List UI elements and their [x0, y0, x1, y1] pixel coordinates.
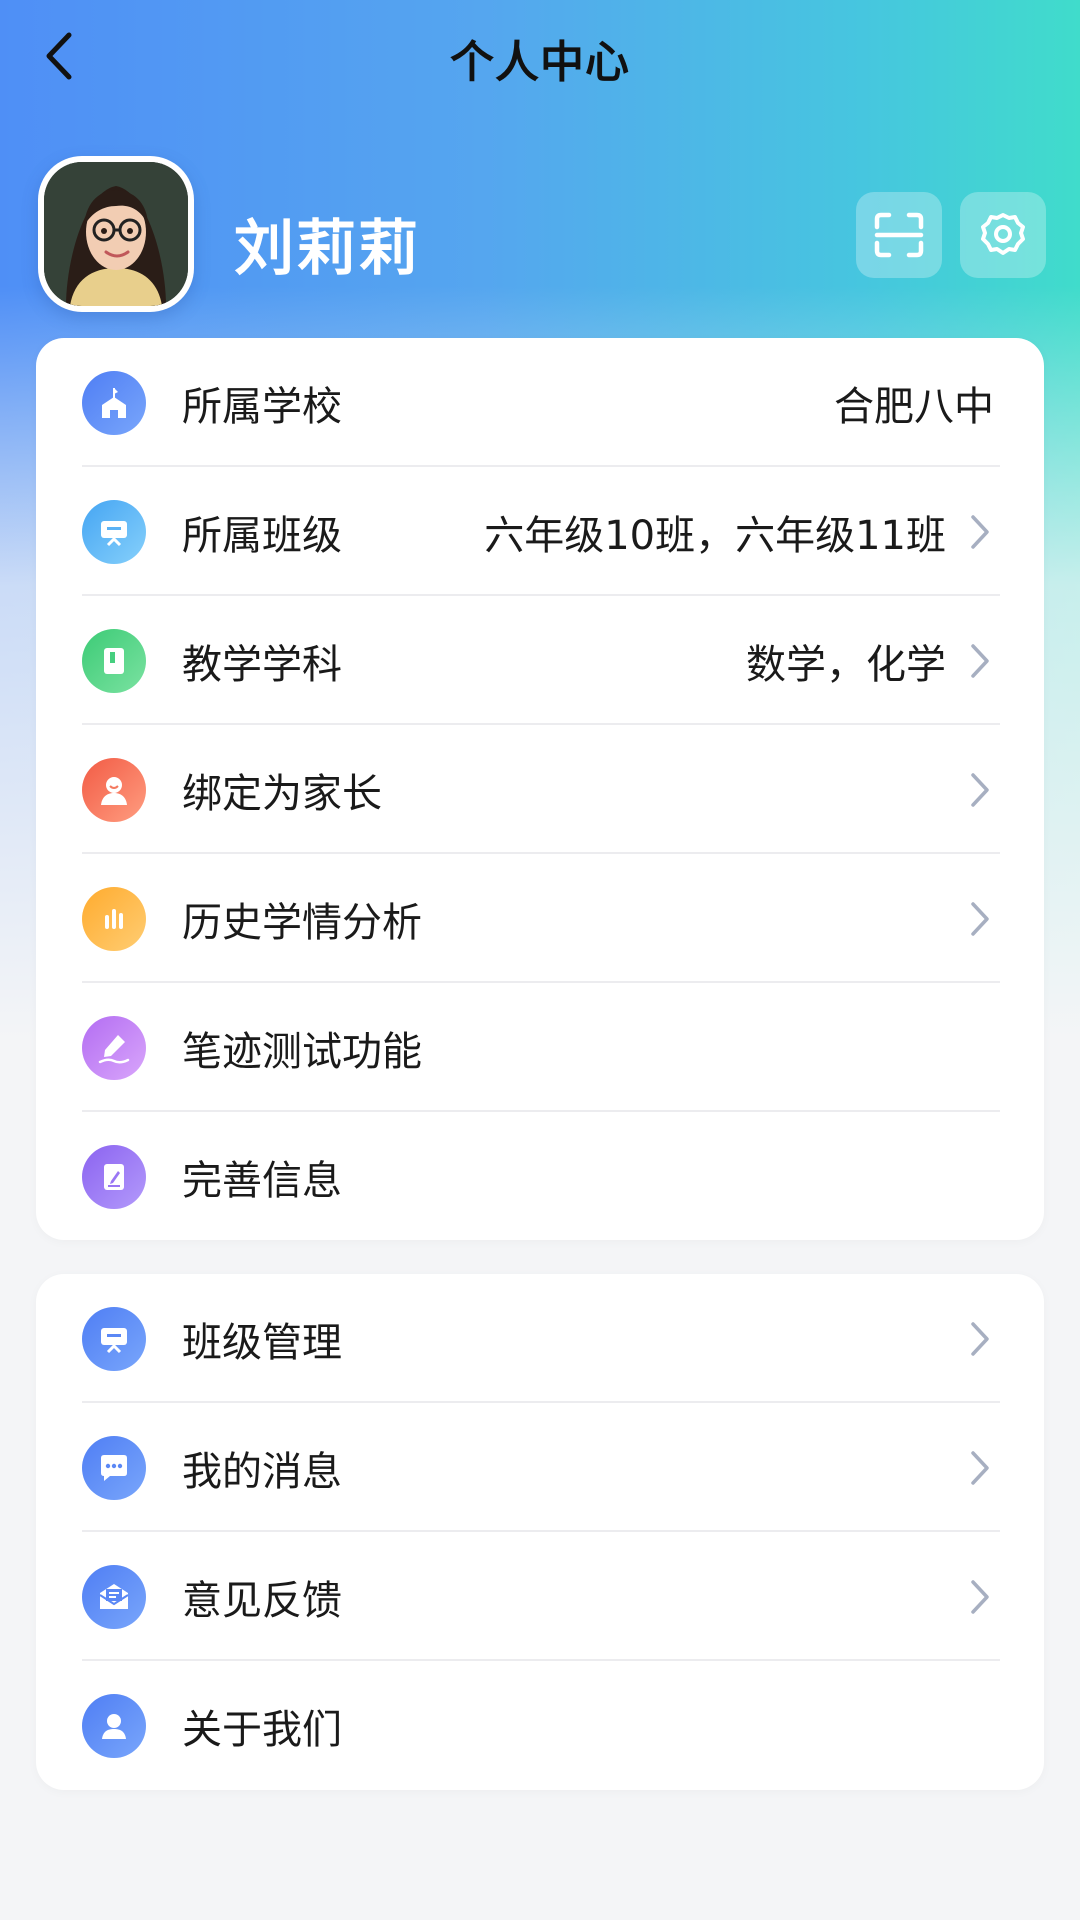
settings-card: 班级管理 我的消息 意见反馈 关于我们: [36, 1274, 1044, 1790]
avatar-image: [44, 162, 188, 306]
subject-label: 教学学科: [182, 641, 342, 688]
handwriting-test-row[interactable]: 笔迹测试功能: [82, 983, 1000, 1112]
edit-document-icon: [82, 1144, 146, 1209]
classroom-icon: [82, 1306, 146, 1371]
school-row: 所属学校 合肥八中: [82, 338, 1000, 467]
history-analysis-label: 历史学情分析: [182, 899, 422, 946]
chevron-right-icon: [960, 1577, 1000, 1617]
class-management-row[interactable]: 班级管理: [82, 1274, 1000, 1403]
profile-info-card: 所属学校 合肥八中 所属班级 六年级10班，六年级11班 教学学科 数学，化学 …: [36, 338, 1044, 1240]
scan-button[interactable]: [856, 192, 942, 278]
bar-chart-icon: [82, 886, 146, 951]
school-label: 所属学校: [182, 383, 342, 430]
school-icon: [82, 370, 146, 435]
subject-row[interactable]: 教学学科 数学，化学: [82, 596, 1000, 725]
chevron-right-icon: [960, 1448, 1000, 1488]
complete-info-row[interactable]: 完善信息: [82, 1112, 1000, 1241]
handwriting-test-label: 笔迹测试功能: [182, 1028, 422, 1075]
history-analysis-row[interactable]: 历史学情分析: [82, 854, 1000, 983]
personal-center-page: 个人中心 刘莉莉 所属学校 合肥八中 所属班级 六年级10班，六年级11班 教学…: [0, 0, 1080, 1920]
chevron-right-icon: [960, 899, 1000, 939]
about-us-row[interactable]: 关于我们: [82, 1661, 1000, 1790]
chevron-right-icon: [960, 641, 1000, 681]
feedback-mail-icon: [82, 1564, 146, 1629]
chevron-right-icon: [960, 512, 1000, 552]
my-messages-label: 我的消息: [182, 1448, 342, 1495]
feedback-row[interactable]: 意见反馈: [82, 1532, 1000, 1661]
scan-icon: [874, 212, 924, 258]
feedback-label: 意见反馈: [182, 1577, 342, 1624]
chevron-right-icon: [960, 1319, 1000, 1359]
book-icon: [82, 628, 146, 693]
class-row[interactable]: 所属班级 六年级10班，六年级11班: [82, 467, 1000, 596]
page-title: 个人中心: [450, 37, 630, 88]
chevron-right-icon: [960, 770, 1000, 810]
my-messages-row[interactable]: 我的消息: [82, 1403, 1000, 1532]
user-name: 刘莉莉: [234, 214, 420, 284]
bind-parent-label: 绑定为家长: [182, 770, 382, 817]
classroom-icon: [82, 499, 146, 564]
complete-info-label: 完善信息: [182, 1157, 342, 1204]
gear-icon: [981, 213, 1025, 255]
school-value: 合肥八中: [834, 383, 994, 430]
user-icon: [82, 1693, 146, 1758]
top-bar: 个人中心: [0, 0, 1080, 112]
parent-icon: [82, 757, 146, 822]
pen-icon: [82, 1015, 146, 1080]
about-us-label: 关于我们: [182, 1706, 342, 1753]
bind-parent-row[interactable]: 绑定为家长: [82, 725, 1000, 854]
class-value: 六年级10班，六年级11班: [484, 512, 946, 559]
message-icon: [82, 1435, 146, 1500]
class-management-label: 班级管理: [182, 1319, 342, 1366]
class-label: 所属班级: [182, 512, 342, 559]
settings-button[interactable]: [960, 192, 1046, 278]
subject-value: 数学，化学: [746, 641, 946, 688]
avatar[interactable]: [38, 156, 194, 312]
